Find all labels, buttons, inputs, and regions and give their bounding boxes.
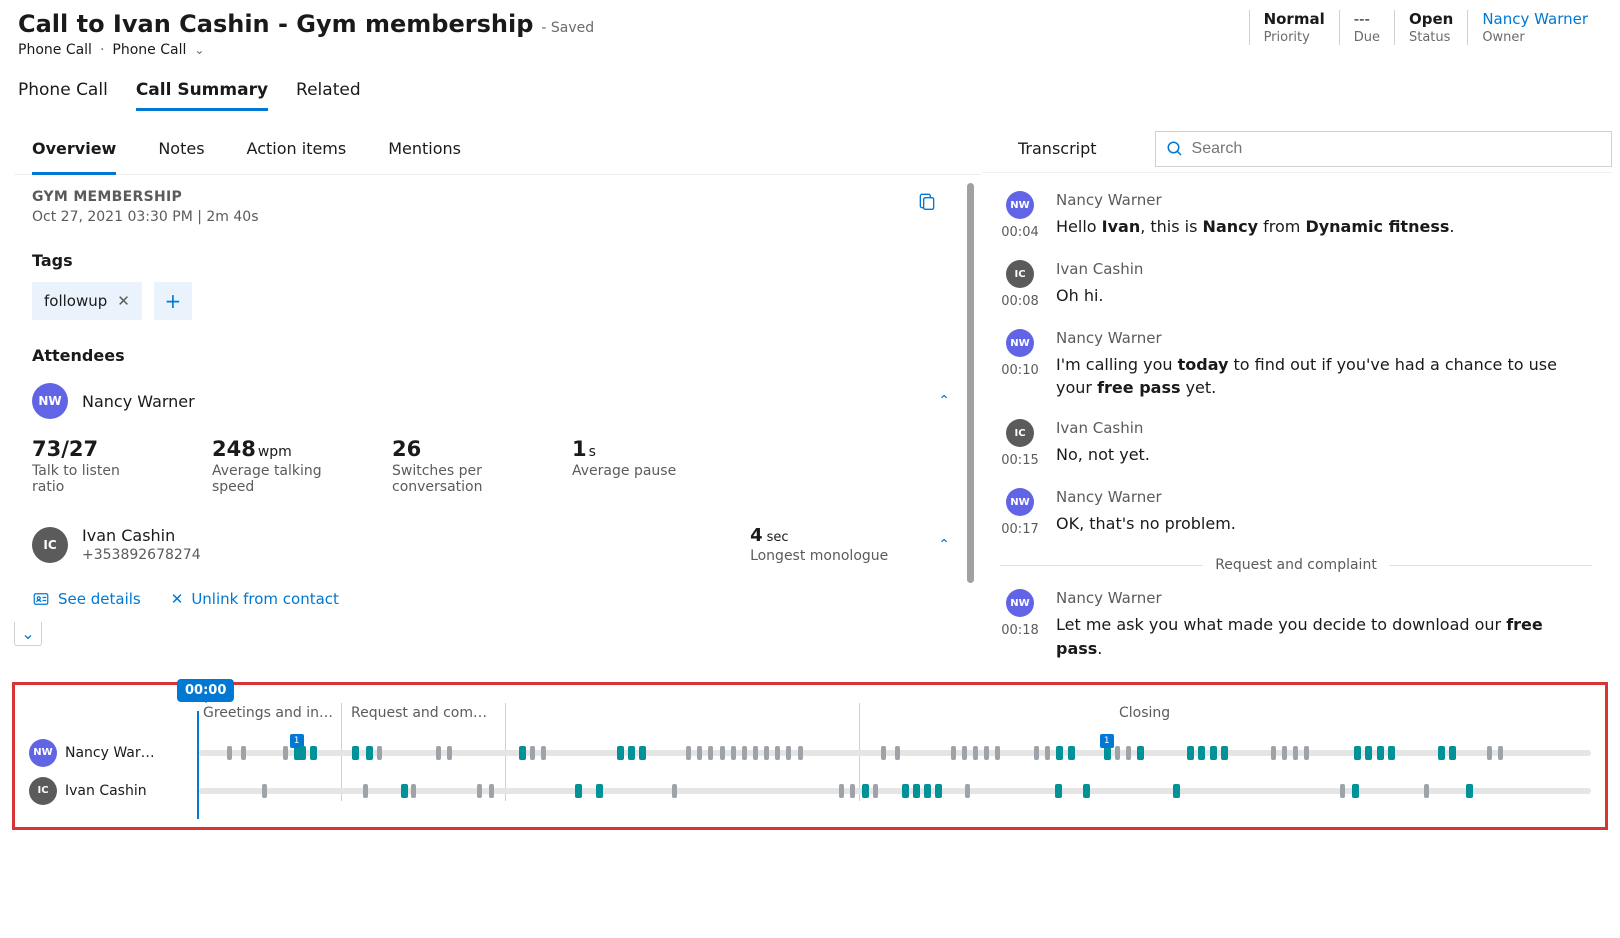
attendees-heading: Attendees [32, 346, 950, 365]
close-icon: ✕ [171, 590, 184, 608]
saved-indicator: - Saved [541, 20, 594, 36]
meta-status-value: Open [1409, 10, 1453, 28]
transcript-text[interactable]: OK, that's no problem. [1056, 512, 1592, 535]
search-input[interactable] [1192, 140, 1601, 158]
tag-label: followup [44, 292, 107, 310]
meta-status-label: Status [1409, 30, 1453, 45]
tl-section-greetings[interactable]: Greetings and in… [203, 705, 333, 721]
transcript-divider: Request and complaint [1000, 557, 1592, 573]
tab-phone-call[interactable]: Phone Call [18, 80, 108, 111]
speaker-label: Nancy Warner [1056, 488, 1592, 506]
tl-marker-badge[interactable]: 1 [1100, 734, 1114, 748]
avatar-ivan-sm: IC [1006, 260, 1034, 288]
avatar-ivan-sm: IC [1006, 419, 1034, 447]
tl-speaker-nancy: NW Nancy War… [29, 739, 189, 767]
id-card-icon [32, 590, 50, 608]
speaker-label: Nancy Warner [1056, 589, 1592, 607]
transcript-row: NW 00:04 Nancy Warner Hello Ivan, this i… [1000, 191, 1592, 240]
attendee-name-nancy[interactable]: Nancy Warner [82, 392, 195, 411]
transcript-text[interactable]: Let me ask you what made you decide to d… [1056, 613, 1592, 659]
attendee-phone-ivan: +353892678274 [82, 547, 201, 563]
transcript-row: IC 00:08 Ivan Cashin Oh hi. [1000, 260, 1592, 309]
speaker-label: Ivan Cashin [1056, 419, 1592, 437]
timestamp: 00:08 [1001, 294, 1038, 309]
meta-status[interactable]: Open Status [1394, 10, 1467, 45]
summary-datetime: Oct 27, 2021 03:30 PM | 2m 40s [32, 209, 950, 225]
summary-heading: GYM MEMBERSHIP [32, 189, 950, 205]
subtab-overview[interactable]: Overview [32, 125, 116, 175]
entity-type: Phone Call [18, 42, 92, 58]
separator-dot: · [100, 42, 104, 58]
transcript-text[interactable]: Oh hi. [1056, 284, 1592, 307]
playback-timeline[interactable]: 00:00 Greetings and in… Request and com…… [12, 682, 1608, 830]
tab-transcript[interactable]: Transcript [1000, 125, 1115, 172]
transcript-text[interactable]: Hello Ivan, this is Nancy from Dynamic f… [1056, 215, 1592, 238]
speaker-label: Nancy Warner [1056, 329, 1592, 347]
tl-track-nancy[interactable]: 11 [199, 750, 1591, 756]
stat-switches: 26 Switches per conversation [392, 437, 512, 495]
transcript-text[interactable]: No, not yet. [1056, 443, 1592, 466]
close-icon[interactable]: ✕ [117, 292, 130, 310]
transcript-row: IC 00:15 Ivan Cashin No, not yet. [1000, 419, 1592, 468]
see-details-link[interactable]: See details [32, 590, 141, 608]
timestamp: 00:04 [1001, 225, 1038, 240]
tab-related[interactable]: Related [296, 80, 361, 111]
transcript-row: NW 00:17 Nancy Warner OK, that's no prob… [1000, 488, 1592, 537]
transcript-row: NW 00:18 Nancy Warner Let me ask you wha… [1000, 589, 1592, 659]
collapse-panel-button[interactable]: ⌄ [14, 622, 42, 646]
transcript-row: NW 00:10 Nancy Warner I'm calling you to… [1000, 329, 1592, 399]
add-tag-button[interactable]: + [154, 282, 192, 320]
timestamp: 00:10 [1001, 363, 1038, 378]
chevron-up-icon[interactable]: ⌃ [938, 537, 950, 553]
meta-due-value: --- [1354, 10, 1380, 28]
subtab-mentions[interactable]: Mentions [388, 125, 461, 174]
avatar-nancy-sm: NW [1006, 329, 1034, 357]
search-input-wrap[interactable] [1155, 131, 1612, 167]
meta-priority[interactable]: Normal Priority [1249, 10, 1339, 45]
copy-icon[interactable] [917, 191, 937, 211]
timestamp: 00:18 [1001, 623, 1038, 638]
avatar-nancy-sm: NW [1006, 488, 1034, 516]
tl-section-closing[interactable]: Closing [1119, 705, 1170, 721]
speaker-label: Nancy Warner [1056, 191, 1592, 209]
meta-due[interactable]: --- Due [1339, 10, 1394, 45]
entity-channel: Phone Call [112, 42, 186, 58]
timestamp: 00:17 [1001, 522, 1038, 537]
chevron-up-icon[interactable]: ⌃ [938, 393, 950, 409]
avatar-ivan: IC [32, 527, 68, 563]
attendee-name-ivan[interactable]: Ivan Cashin [82, 526, 201, 545]
panel-scrollbar[interactable] [967, 183, 974, 583]
entity-subtitle[interactable]: Phone Call · Phone Call ⌄ [18, 42, 594, 58]
subtab-action-items[interactable]: Action items [247, 125, 347, 174]
page-title: Call to Ivan Cashin - Gym membership [18, 10, 533, 38]
stat-pause: 1s Average pause [572, 437, 676, 495]
tl-speaker-ivan: IC Ivan Cashin [29, 777, 189, 805]
tab-call-summary[interactable]: Call Summary [136, 80, 268, 111]
meta-owner-value[interactable]: Nancy Warner [1482, 10, 1588, 28]
meta-owner-label: Owner [1482, 30, 1588, 45]
subtab-notes[interactable]: Notes [158, 125, 204, 174]
unlink-link[interactable]: ✕ Unlink from contact [171, 590, 339, 608]
meta-priority-label: Priority [1264, 30, 1325, 45]
meta-due-label: Due [1354, 30, 1380, 45]
tags-heading: Tags [32, 251, 950, 270]
tag-followup[interactable]: followup ✕ [32, 282, 142, 320]
avatar-nancy: NW [32, 383, 68, 419]
speaker-label: Ivan Cashin [1056, 260, 1592, 278]
playhead-badge[interactable]: 00:00 [177, 679, 234, 702]
transcript-text[interactable]: I'm calling you today to find out if you… [1056, 353, 1592, 399]
chevron-down-icon[interactable]: ⌄ [194, 43, 204, 57]
stat-monologue: 4sec Longest monologue [750, 525, 888, 564]
meta-priority-value: Normal [1264, 10, 1325, 28]
timestamp: 00:15 [1001, 453, 1038, 468]
stat-wpm: 248wpm Average talking speed [212, 437, 332, 495]
avatar-nancy-sm: NW [1006, 589, 1034, 617]
search-icon [1166, 140, 1184, 158]
avatar-nancy-sm: NW [1006, 191, 1034, 219]
tl-section-request[interactable]: Request and com… [351, 705, 487, 721]
stat-ratio: 73/27 Talk to listen ratio [32, 437, 152, 495]
tl-track-ivan[interactable] [199, 788, 1591, 794]
meta-owner[interactable]: Nancy Warner Owner [1467, 10, 1602, 45]
